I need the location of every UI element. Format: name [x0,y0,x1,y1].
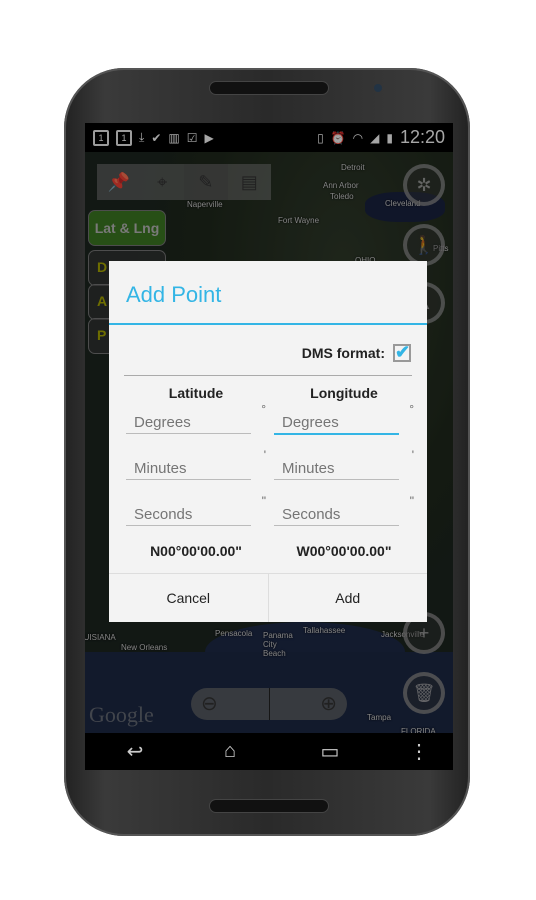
cancel-button[interactable]: Cancel [109,574,268,622]
bottom-speaker [210,800,328,812]
longitude-seconds-input[interactable] [274,500,399,526]
longitude-minutes-input[interactable] [274,454,399,480]
earpiece [210,82,328,94]
dms-format-row: DMS format: ✔ [301,343,411,362]
home-icon[interactable]: ⌂ [185,740,275,763]
second-symbol: " [409,494,414,508]
add-point-dialog: Add Point DMS format: ✔ Latitude ° ' " N… [109,261,427,622]
minute-symbol: ' [263,448,266,462]
dialog-buttons: Cancel Add [109,573,427,622]
degree-symbol: ° [409,402,414,416]
menu-icon[interactable]: ⋮ [385,739,453,764]
dms-format-checkbox[interactable]: ✔ [393,343,411,362]
front-camera [374,84,382,92]
recents-icon[interactable]: ▭ [275,739,385,764]
dms-format-label: DMS format: [301,345,385,361]
latitude-degrees-input[interactable] [126,408,251,434]
dialog-title: Add Point [109,261,427,325]
longitude-degrees-input[interactable] [274,408,399,435]
nav-bar: ↩ ⌂ ▭ ⋮ [85,733,453,770]
add-button[interactable]: Add [267,574,428,622]
latitude-header: Latitude [168,385,224,401]
back-icon[interactable]: ↩ [85,739,185,764]
latitude-minutes-input[interactable] [126,454,251,480]
longitude-column: Longitude ° ' " W00°00'00.00" [274,385,414,559]
degree-symbol: ° [261,402,266,416]
longitude-header: Longitude [310,385,378,401]
latitude-seconds-input[interactable] [126,500,251,526]
minute-symbol: ' [411,448,414,462]
second-symbol: " [261,494,266,508]
latitude-column: Latitude ° ' " N00°00'00.00" [126,385,266,559]
divider [124,375,412,376]
